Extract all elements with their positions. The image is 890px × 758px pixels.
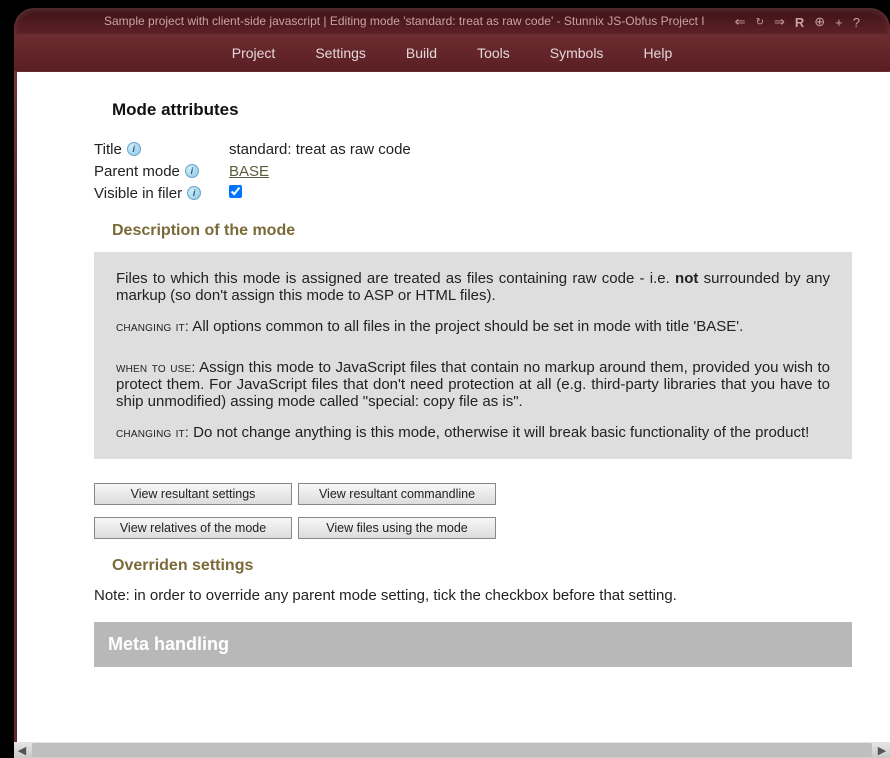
menu-help[interactable]: Help [623,39,692,67]
content-area: Mode attributes Title i standard: treat … [17,72,890,742]
menu-symbols[interactable]: Symbols [530,39,624,67]
attributes-table: Title i standard: treat as raw code Pare… [94,138,852,204]
meta-handling-header: Meta handling [94,622,852,667]
reload-icon[interactable]: R [795,15,804,30]
back-icon[interactable]: ⇐ [735,14,746,30]
window-chrome: Sample project with client-side javascri… [14,8,890,758]
scroll-right-icon[interactable]: ▶ [874,742,890,758]
view-relatives-button[interactable]: View relatives of the mode [94,517,292,539]
view-resultant-settings-button[interactable]: View resultant settings [94,483,292,505]
desc-paragraph-4: changing it: Do not change anything is t… [116,424,830,441]
info-icon[interactable]: i [127,142,141,156]
heading-overridden: Overriden settings [112,557,852,575]
titlebar: Sample project with client-side javascri… [14,8,890,34]
plus-icon[interactable]: + [835,15,843,30]
view-resultant-commandline-button[interactable]: View resultant commandline [298,483,496,505]
help-icon[interactable]: ? [853,15,860,30]
menu-build[interactable]: Build [386,39,457,67]
desc-paragraph-1: Files to which this mode is assigned are… [116,270,830,304]
add-circle-icon[interactable]: ⊕ [814,14,825,30]
attr-title-label: Title [94,141,122,158]
titlebar-nav-icons: ⇐ ↻ ⇒ R ⊕ + ? [735,14,860,30]
horizontal-scrollbar[interactable]: ◀ ▶ [14,742,890,758]
attr-parent-label: Parent mode [94,163,180,180]
button-row-1: View resultant settings View resultant c… [94,483,852,505]
parent-mode-link[interactable]: BASE [229,163,269,180]
attr-row-visible: Visible in filer i [94,182,852,204]
heading-mode-attributes: Mode attributes [112,100,852,120]
desc-paragraph-2: changing it: All options common to all f… [116,318,830,335]
menu-settings[interactable]: Settings [295,39,386,67]
scroll-left-icon[interactable]: ◀ [14,742,30,758]
button-row-2: View relatives of the mode View files us… [94,517,852,539]
menu-project[interactable]: Project [212,39,296,67]
visible-checkbox[interactable] [229,185,242,198]
desc-paragraph-3: when to use: Assign this mode to JavaScr… [116,359,830,410]
attr-row-parent: Parent mode i BASE [94,160,852,182]
view-files-using-button[interactable]: View files using the mode [298,517,496,539]
attr-title-value: standard: treat as raw code [229,141,411,158]
override-note: Note: in order to override any parent mo… [94,587,852,604]
info-icon[interactable]: i [185,164,199,178]
attr-row-title: Title i standard: treat as raw code [94,138,852,160]
scroll-track[interactable] [32,743,872,757]
heading-description: Description of the mode [112,222,852,240]
menubar: Project Settings Build Tools Symbols Hel… [14,34,890,71]
description-box: Files to which this mode is assigned are… [94,252,852,459]
attr-visible-label: Visible in filer [94,185,182,202]
info-icon[interactable]: i [187,186,201,200]
window-title: Sample project with client-side javascri… [104,14,705,28]
menu-tools[interactable]: Tools [457,39,530,67]
forward-icon[interactable]: ⇒ [774,14,785,30]
reload-small-icon[interactable]: ↻ [756,17,764,28]
